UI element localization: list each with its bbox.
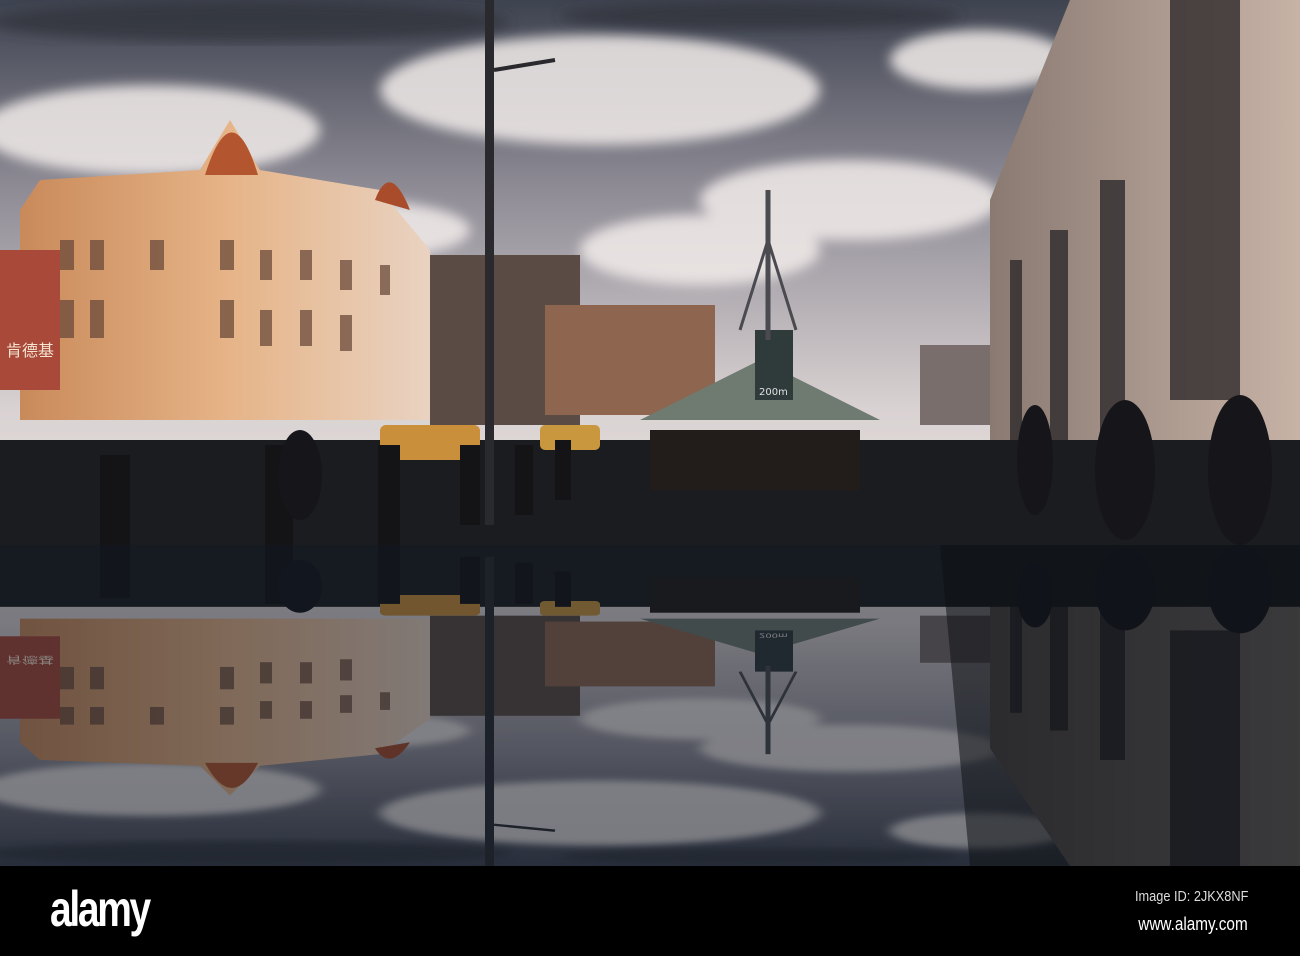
site-url: www.alamy.com xyxy=(1138,914,1248,934)
distance-sign: 200m xyxy=(759,387,788,398)
image-id: Image ID: 2JKX8NF xyxy=(1134,888,1248,905)
alamy-logo: alamy xyxy=(50,881,151,937)
watermark-footer: alamy Image ID: 2JKX8NF www.alamy.com xyxy=(0,866,1300,956)
street-photo: 肯德基 200m xyxy=(0,0,1300,866)
kfc-sign: 肯德基 xyxy=(6,341,54,360)
